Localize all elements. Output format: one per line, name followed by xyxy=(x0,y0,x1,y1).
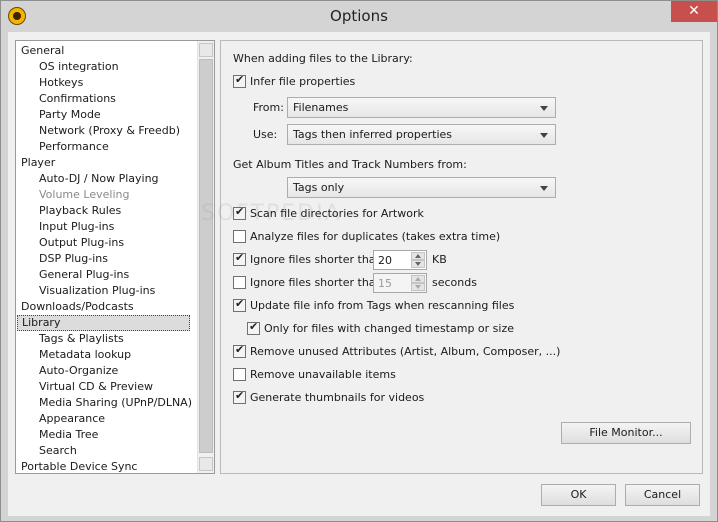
infer-properties-label[interactable]: Infer file properties xyxy=(250,74,355,89)
tree-item-performance[interactable]: Performance xyxy=(39,139,109,155)
album-source-value: Tags only xyxy=(293,181,345,194)
use-dropdown-value: Tags then inferred properties xyxy=(293,128,453,141)
close-button[interactable]: ✕ xyxy=(671,1,717,22)
tree-item-portable-device-sync[interactable]: Portable Device Sync xyxy=(21,459,137,473)
analyze-duplicates-label[interactable]: Analyze files for duplicates (takes extr… xyxy=(250,229,500,244)
tree-scrollbar[interactable] xyxy=(197,41,214,473)
tree-item-tags-playlists[interactable]: Tags & Playlists xyxy=(39,331,124,347)
tree-item-general[interactable]: General xyxy=(21,43,64,59)
scroll-up-button[interactable] xyxy=(199,43,213,57)
ignore-kb-checkbox[interactable] xyxy=(233,251,246,266)
ignore-seconds-label[interactable]: Ignore files shorter than xyxy=(250,275,383,290)
tree-item-media-sharing-upnp-dlna[interactable]: Media Sharing (UPnP/DLNA) xyxy=(39,395,192,411)
infer-properties-checkbox[interactable] xyxy=(233,73,246,88)
title-bar[interactable]: Options ✕ xyxy=(1,1,717,31)
tree-item-downloads-podcasts[interactable]: Downloads/Podcasts xyxy=(21,299,134,315)
chevron-down-icon xyxy=(540,106,548,111)
tree-item-player[interactable]: Player xyxy=(21,155,55,171)
from-dropdown[interactable]: Filenames xyxy=(287,97,556,118)
scroll-thumb[interactable] xyxy=(199,59,213,453)
tree-item-appearance[interactable]: Appearance xyxy=(39,411,105,427)
file-monitor-button[interactable]: File Monitor... xyxy=(561,422,691,444)
only-changed-timestamp-checkbox[interactable] xyxy=(247,320,260,335)
tree-item-confirmations[interactable]: Confirmations xyxy=(39,91,116,107)
chevron-down-icon xyxy=(540,186,548,191)
tree-item-media-tree[interactable]: Media Tree xyxy=(39,427,98,443)
generate-thumbnails-checkbox[interactable] xyxy=(233,389,246,404)
only-changed-timestamp-label[interactable]: Only for files with changed timestamp or… xyxy=(264,321,514,336)
remove-unavailable-label[interactable]: Remove unavailable items xyxy=(250,367,396,382)
ignore-kb-label[interactable]: Ignore files shorter than xyxy=(250,252,383,267)
tree-item-visualization-plug-ins[interactable]: Visualization Plug-ins xyxy=(39,283,155,299)
increment-button[interactable] xyxy=(411,252,425,260)
scroll-down-button[interactable] xyxy=(199,457,213,471)
tree-item-library[interactable]: Library xyxy=(17,315,190,331)
tree-item-os-integration[interactable]: OS integration xyxy=(39,59,119,75)
ignore-kb-value: 20 xyxy=(378,254,392,267)
use-label: Use: xyxy=(253,128,278,141)
when-adding-heading: When adding files to the Library: xyxy=(233,52,413,65)
tree-item-auto-dj-now-playing[interactable]: Auto-DJ / Now Playing xyxy=(39,171,159,187)
ignore-seconds-checkbox[interactable] xyxy=(233,276,246,289)
tree-item-output-plug-ins[interactable]: Output Plug-ins xyxy=(39,235,124,251)
tree-item-hotkeys[interactable]: Hotkeys xyxy=(39,75,83,91)
remove-unavailable-checkbox[interactable] xyxy=(233,368,246,381)
cancel-button[interactable]: Cancel xyxy=(625,484,700,506)
options-window: Options ✕ General OS integration Hotkeys Co… xyxy=(0,0,718,522)
tree-item-virtual-cd-preview[interactable]: Virtual CD & Preview xyxy=(39,379,153,395)
ok-button[interactable]: OK xyxy=(541,484,616,506)
update-from-tags-checkbox[interactable] xyxy=(233,297,246,312)
album-titles-heading: Get Album Titles and Track Numbers from: xyxy=(233,158,467,171)
library-settings-panel: SOFTPEDIA When adding files to the Libra… xyxy=(201,40,703,474)
tree-item-playback-rules[interactable]: Playback Rules xyxy=(39,203,121,219)
ignore-seconds-value: 15 xyxy=(378,277,392,290)
scan-artwork-label[interactable]: Scan file directories for Artwork xyxy=(250,206,424,221)
spinner-buttons xyxy=(411,252,425,268)
scan-artwork-checkbox[interactable] xyxy=(233,205,246,220)
update-from-tags-label[interactable]: Update file info from Tags when rescanni… xyxy=(250,298,514,313)
tree-item-network-proxy-freedb[interactable]: Network (Proxy & Freedb) xyxy=(39,123,180,139)
window-title: Options xyxy=(330,7,388,25)
ignore-kb-unit: KB xyxy=(432,253,447,266)
tree-item-auto-organize[interactable]: Auto-Organize xyxy=(39,363,118,379)
from-dropdown-value: Filenames xyxy=(293,101,349,114)
decrement-button[interactable] xyxy=(411,260,425,268)
use-dropdown[interactable]: Tags then inferred properties xyxy=(287,124,556,145)
generate-thumbnails-label[interactable]: Generate thumbnails for videos xyxy=(250,390,424,405)
tree-item-metadata-lookup[interactable]: Metadata lookup xyxy=(39,347,131,363)
tree-item-input-plug-ins[interactable]: Input Plug-ins xyxy=(39,219,114,235)
decrement-button[interactable] xyxy=(411,283,425,291)
tree-item-search[interactable]: Search xyxy=(39,443,77,459)
tree-item-party-mode[interactable]: Party Mode xyxy=(39,107,101,123)
ignore-seconds-unit: seconds xyxy=(432,276,477,289)
album-source-dropdown[interactable]: Tags only xyxy=(287,177,556,198)
from-label: From: xyxy=(253,101,284,114)
increment-button[interactable] xyxy=(411,275,425,283)
ignore-seconds-spinner[interactable]: 15 xyxy=(373,273,427,293)
remove-unused-attributes-checkbox[interactable] xyxy=(233,343,246,358)
chevron-down-icon xyxy=(540,133,548,138)
dialog-body: General OS integration Hotkeys Confirmation… xyxy=(8,32,710,516)
tree-item-volume-leveling[interactable]: Volume Leveling xyxy=(39,187,129,203)
remove-unused-attributes-label[interactable]: Remove unused Attributes (Artist, Album,… xyxy=(250,344,560,359)
options-tree[interactable]: General OS integration Hotkeys Confirmation… xyxy=(15,40,215,474)
tree-item-general-plug-ins[interactable]: General Plug-ins xyxy=(39,267,129,283)
analyze-duplicates-checkbox[interactable] xyxy=(233,230,246,243)
tree-item-dsp-plug-ins[interactable]: DSP Plug-ins xyxy=(39,251,108,267)
ignore-kb-spinner[interactable]: 20 xyxy=(373,250,427,270)
spinner-buttons xyxy=(411,275,425,291)
